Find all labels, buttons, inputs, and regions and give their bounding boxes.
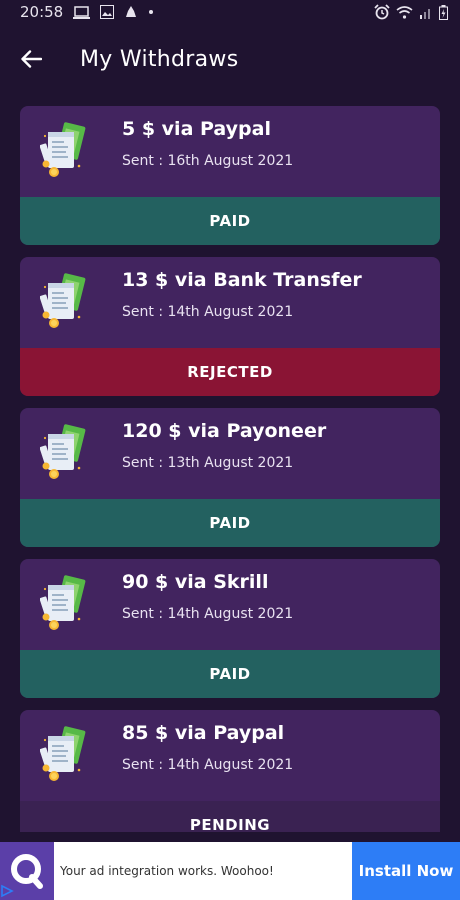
status-time: 20:58 [20, 3, 64, 21]
withdrawal-status-badge: PAID [20, 499, 440, 547]
withdrawal-card[interactable]: 13 $ via Bank Transfer Sent : 14th Augus… [20, 257, 440, 396]
wifi-icon [396, 5, 413, 19]
withdrawal-card[interactable]: 85 $ via Paypal Sent : 14th August 2021 … [20, 710, 440, 832]
ad-banner[interactable]: Your ad integration works. Woohoo! Insta… [0, 842, 460, 900]
withdrawal-info: 90 $ via Skrill Sent : 14th August 2021 [122, 571, 293, 622]
battery-icon [439, 4, 448, 20]
withdrawal-card-body: 5 $ via Paypal Sent : 16th August 2021 [20, 106, 440, 197]
withdrawal-info: 5 $ via Paypal Sent : 16th August 2021 [122, 118, 293, 169]
withdrawal-info: 120 $ via Payoneer Sent : 13th August 20… [122, 420, 326, 471]
ad-text: Your ad integration works. Woohoo! [60, 864, 274, 878]
laptop-icon [73, 5, 91, 19]
app-bar: My Withdraws [0, 24, 460, 94]
ad-logo [0, 842, 54, 900]
status-right [374, 4, 448, 20]
withdrawal-card[interactable]: 90 $ via Skrill Sent : 14th August 2021 … [20, 559, 440, 698]
receipt-money-icon [40, 122, 86, 177]
signal-icon [420, 8, 430, 19]
ad-choices-icon[interactable] [0, 884, 14, 898]
withdrawal-info: 85 $ via Paypal Sent : 14th August 2021 [122, 722, 293, 773]
withdrawal-status-badge: PAID [20, 197, 440, 245]
withdrawal-card[interactable]: 120 $ via Payoneer Sent : 13th August 20… [20, 408, 440, 547]
withdrawal-card-body: 85 $ via Paypal Sent : 14th August 2021 [20, 710, 440, 801]
receipt-money-icon [40, 424, 86, 479]
withdrawal-card-body: 13 $ via Bank Transfer Sent : 14th Augus… [20, 257, 440, 348]
withdrawal-amount-method: 120 $ via Payoneer [122, 420, 327, 442]
withdrawal-info: 13 $ via Bank Transfer Sent : 14th Augus… [122, 269, 362, 320]
alarm-icon [374, 4, 390, 20]
status-bar: 20:58 [0, 0, 460, 24]
receipt-money-icon [40, 575, 86, 630]
withdrawal-card[interactable]: 5 $ via Paypal Sent : 16th August 2021 P… [20, 106, 440, 245]
more-dot-icon [149, 10, 154, 14]
app-notification-icon [126, 6, 137, 17]
withdrawal-status-badge: PENDING [20, 801, 440, 832]
withdrawal-amount-method: 13 $ via Bank Transfer [122, 269, 362, 291]
withdrawal-amount-method: 85 $ via Paypal [122, 722, 285, 744]
receipt-money-icon [40, 273, 86, 328]
withdrawal-status-badge: PAID [20, 650, 440, 698]
install-now-button[interactable]: Install Now [352, 842, 460, 900]
ad-brand-icon [11, 854, 43, 889]
withdrawal-sent-date: Sent : 14th August 2021 [122, 606, 294, 622]
withdrawal-sent-date: Sent : 14th August 2021 [122, 304, 294, 320]
withdrawal-status-badge: REJECTED [20, 348, 440, 396]
withdrawal-sent-date: Sent : 16th August 2021 [122, 153, 294, 169]
withdrawal-sent-date: Sent : 14th August 2021 [122, 757, 294, 773]
receipt-money-icon [40, 726, 86, 781]
withdrawals-list[interactable]: 5 $ via Paypal Sent : 16th August 2021 P… [20, 106, 440, 832]
withdrawal-amount-method: 5 $ via Paypal [122, 118, 271, 140]
image-icon [100, 5, 115, 19]
withdrawal-card-body: 120 $ via Payoneer Sent : 13th August 20… [20, 408, 440, 499]
withdrawal-amount-method: 90 $ via Skrill [122, 571, 269, 593]
withdrawal-sent-date: Sent : 13th August 2021 [122, 455, 294, 471]
back-button[interactable] [18, 46, 44, 72]
status-left: 20:58 [20, 3, 154, 21]
withdrawal-card-body: 90 $ via Skrill Sent : 14th August 2021 [20, 559, 440, 650]
page-title: My Withdraws [80, 46, 239, 72]
arrow-left-icon [21, 50, 42, 68]
